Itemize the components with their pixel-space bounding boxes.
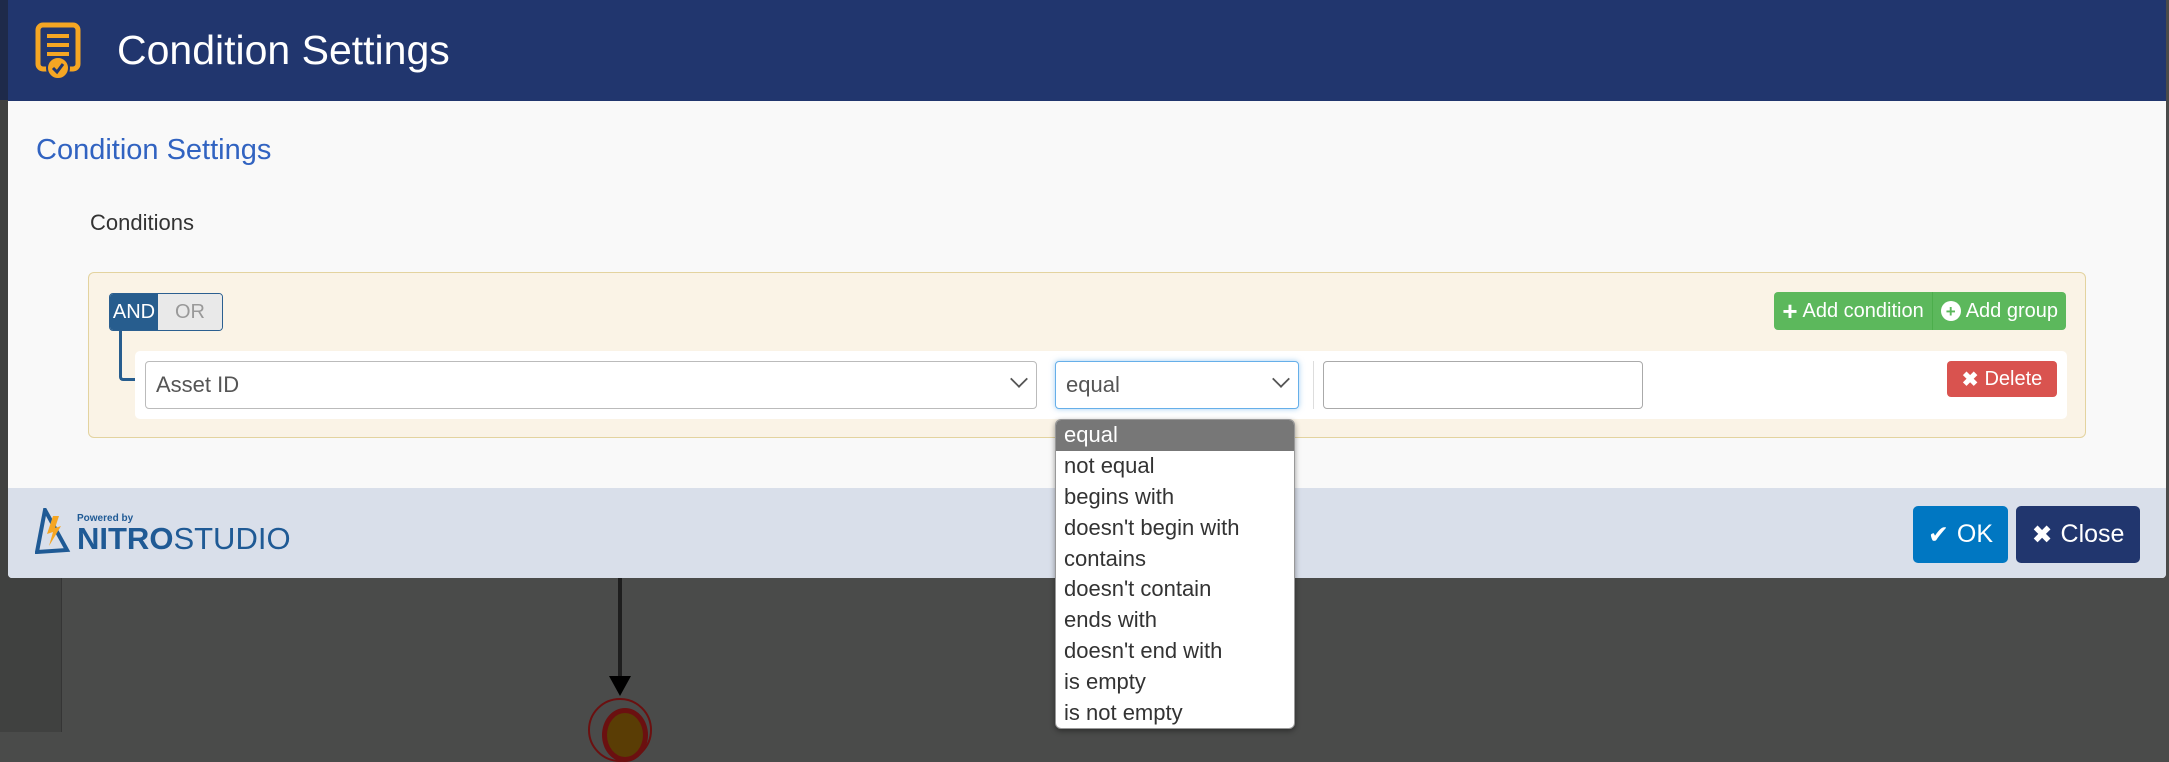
rule-row: Asset ID equal ✖ Delete xyxy=(135,351,2067,419)
add-group-button[interactable]: + Add group xyxy=(1931,292,2066,330)
operator-option[interactable]: is not empty xyxy=(1056,698,1294,728)
operator-dropdown-list: equal not equal begins with doesn't begi… xyxy=(1055,419,1295,729)
modal-header: Condition Settings xyxy=(8,0,2166,101)
flow-arrow-icon xyxy=(609,676,631,696)
condition-group: AND OR + Add condition + Add group Asset I… xyxy=(88,272,2086,438)
operator-option[interactable]: begins with xyxy=(1056,482,1294,513)
background-strip xyxy=(0,0,8,100)
flow-end-node[interactable] xyxy=(588,698,652,762)
divider xyxy=(1313,361,1314,409)
conditions-label: Conditions xyxy=(90,210,194,235)
close-button[interactable]: ✖ Close xyxy=(2016,506,2140,563)
operator-option[interactable]: equal xyxy=(1056,420,1294,451)
nitro-logo-icon xyxy=(35,508,71,554)
operator-option[interactable]: contains xyxy=(1056,544,1294,575)
operator-option[interactable]: doesn't end with xyxy=(1056,636,1294,667)
value-input[interactable] xyxy=(1323,361,1643,409)
operator-option[interactable]: doesn't contain xyxy=(1056,574,1294,605)
plus-circle-icon: + xyxy=(1940,301,1961,321)
and-or-toggle: AND OR xyxy=(109,293,223,331)
operator-option[interactable]: ends with xyxy=(1056,605,1294,636)
field-select[interactable]: Asset ID xyxy=(145,361,1037,409)
or-button[interactable]: OR xyxy=(158,294,222,330)
check-icon: ✔ xyxy=(1927,520,1949,549)
modal-title: Condition Settings xyxy=(117,27,450,73)
add-condition-button[interactable]: + Add condition xyxy=(1774,292,1932,330)
plus-icon: + xyxy=(1782,295,1798,326)
nitro-studio-logo: Powered by NITROSTUDIO xyxy=(35,508,291,554)
delete-button[interactable]: ✖ Delete xyxy=(1947,361,2057,397)
close-icon: ✖ xyxy=(1961,368,1979,391)
flow-connector xyxy=(618,578,622,678)
chevron-down-icon xyxy=(1272,370,1290,388)
close-icon: ✖ xyxy=(2031,520,2053,549)
add-buttons: + Add condition + Add group xyxy=(1774,292,2066,330)
operator-select[interactable]: equal xyxy=(1055,361,1299,409)
chevron-down-icon xyxy=(1010,370,1028,388)
section-title: Condition Settings xyxy=(36,134,272,166)
operator-option[interactable]: not equal xyxy=(1056,451,1294,482)
clipboard-check-icon xyxy=(35,22,81,80)
operator-option[interactable]: is empty xyxy=(1056,667,1294,698)
and-button[interactable]: AND xyxy=(110,294,158,330)
ok-button[interactable]: ✔ OK xyxy=(1913,506,2008,563)
operator-option[interactable]: doesn't begin with xyxy=(1056,513,1294,544)
